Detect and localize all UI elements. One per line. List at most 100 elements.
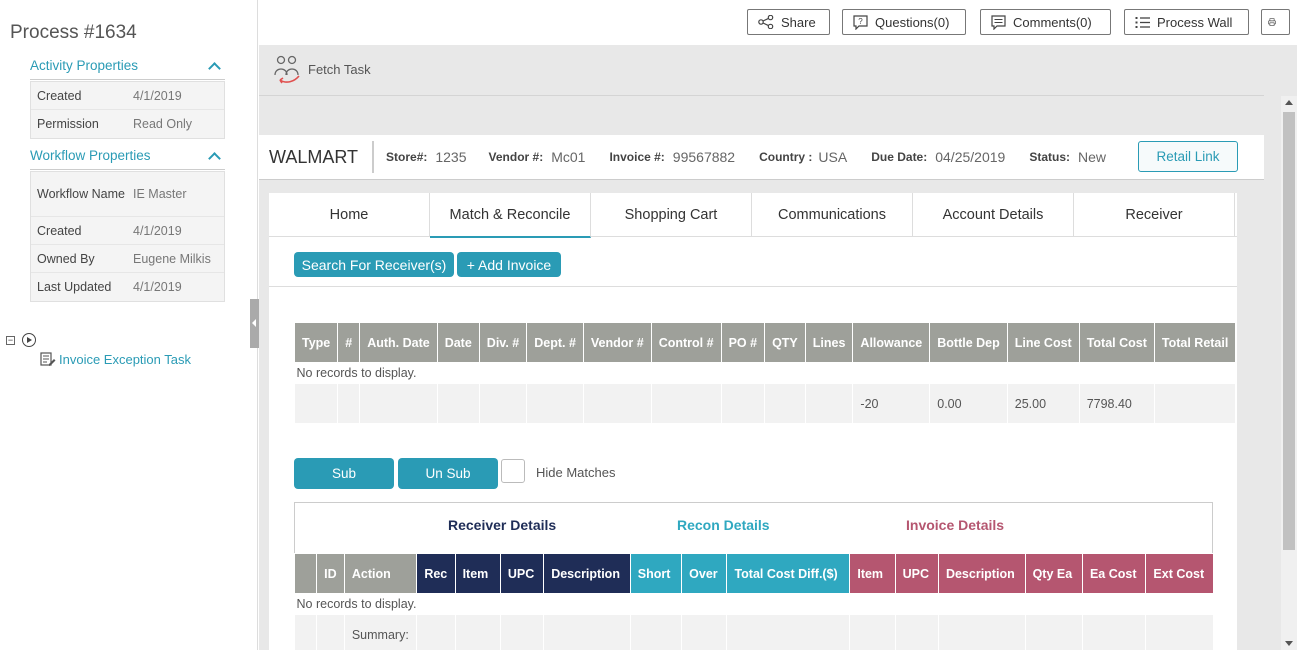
tab-communications[interactable]: Communications xyxy=(752,193,913,237)
tab-bar: Home Match & Reconcile Shopping Cart Com… xyxy=(269,193,1237,238)
total-cell xyxy=(582,383,652,424)
property-value: IE Master xyxy=(133,187,187,201)
process-wall-button[interactable]: Process Wall xyxy=(1124,9,1249,35)
column-header[interactable]: Total Cost Diff.($) xyxy=(726,553,851,594)
column-header[interactable]: Control # xyxy=(650,322,722,363)
column-header[interactable]: Total Cost xyxy=(1078,322,1155,363)
column-header[interactable]: Lines xyxy=(804,322,854,363)
column-header[interactable]: UPC xyxy=(499,553,545,594)
column-header[interactable]: Ext Cost xyxy=(1145,553,1214,594)
invoice-grid-header: Type # Auth. Date Date Div. # Dept. # Vendor #… xyxy=(293,322,1237,363)
column-header[interactable]: # xyxy=(337,322,361,363)
column-header[interactable]: Item xyxy=(454,553,501,594)
search-receivers-button[interactable]: Search For Receiver(s) xyxy=(294,252,454,277)
column-header[interactable]: Bottle Dep xyxy=(929,322,1008,363)
country-value: USA xyxy=(818,149,848,165)
sub-button[interactable]: Sub xyxy=(294,458,394,489)
column-header[interactable]: Short xyxy=(629,553,683,594)
chevron-up-icon[interactable] xyxy=(208,62,221,75)
column-header[interactable]: Rec xyxy=(416,553,456,594)
property-label: Created xyxy=(37,223,82,238)
summary-cell xyxy=(1024,614,1083,650)
comments-button[interactable]: Comments(0) xyxy=(980,9,1111,35)
property-value: 4/1/2019 xyxy=(133,88,182,103)
total-cell xyxy=(478,383,528,424)
hide-matches-checkbox[interactable] xyxy=(501,459,525,483)
process-wall-label: Process Wall xyxy=(1157,14,1233,30)
total-cell xyxy=(1153,383,1237,424)
property-value: Eugene Milkis xyxy=(133,251,211,266)
invoice-grid: Type # Auth. Date Date Div. # Dept. # Vendor #… xyxy=(293,322,1237,424)
fetch-task-button[interactable]: Fetch Task xyxy=(272,53,371,85)
total-cell xyxy=(764,383,806,424)
property-value: 4/1/2019 xyxy=(133,280,182,294)
column-header[interactable]: Description xyxy=(937,553,1026,594)
match-reconcile-panel: Home Match & Reconcile Shopping Cart Com… xyxy=(269,193,1237,650)
print-button[interactable] xyxy=(1261,9,1290,35)
activity-properties-header[interactable]: Activity Properties xyxy=(30,58,225,80)
unsub-button[interactable]: Un Sub xyxy=(398,458,498,489)
summary-cell xyxy=(937,614,1026,650)
summary-cell xyxy=(681,614,728,650)
chevron-up-icon[interactable] xyxy=(208,152,221,165)
hide-matches-label: Hide Matches xyxy=(536,465,616,480)
column-header[interactable]: Auth. Date xyxy=(359,322,438,363)
column-header[interactable]: Description xyxy=(543,553,631,594)
tab-receiver[interactable]: Receiver xyxy=(1074,193,1235,237)
tree-item-invoice-exception-task[interactable]: Invoice Exception Task xyxy=(40,352,191,367)
store-value: 1235 xyxy=(435,149,467,165)
column-header[interactable]: Date xyxy=(436,322,480,363)
vendor-value: Mc01 xyxy=(551,149,586,165)
questions-button[interactable]: ? Questions(0) xyxy=(842,9,966,35)
column-header[interactable]: Line Cost xyxy=(1006,322,1080,363)
divider xyxy=(259,95,1264,96)
store-label: Store#: xyxy=(386,150,428,164)
total-cell xyxy=(650,383,722,424)
column-header[interactable]: Vendor # xyxy=(582,322,652,363)
scroll-up-icon[interactable] xyxy=(1285,100,1293,105)
status-value: New xyxy=(1077,149,1106,165)
tab-home[interactable]: Home xyxy=(269,193,430,237)
empty-message: No records to display. xyxy=(296,597,417,611)
country-label: Country : xyxy=(759,150,813,164)
summary-cell xyxy=(293,614,318,650)
column-header[interactable]: QTY xyxy=(764,322,806,363)
tab-match-reconcile[interactable]: Match & Reconcile xyxy=(430,193,591,238)
share-button[interactable]: Share xyxy=(747,9,830,35)
property-value: Read Only xyxy=(133,117,193,131)
summary-cell xyxy=(1081,614,1147,650)
column-header[interactable]: Allowance xyxy=(852,322,931,363)
total-cell xyxy=(804,383,854,424)
vertical-scrollbar[interactable] xyxy=(1281,96,1297,650)
invoice-value: 99567882 xyxy=(672,149,736,165)
scroll-down-icon[interactable] xyxy=(1285,641,1293,646)
column-header[interactable]: Total Retail xyxy=(1153,322,1237,363)
column-header[interactable]: Over xyxy=(681,553,728,594)
property-label: Permission xyxy=(37,117,99,131)
property-row: Owned By Eugene Milkis xyxy=(31,245,224,273)
column-header[interactable]: Item xyxy=(849,553,896,594)
column-header[interactable]: Type xyxy=(293,322,339,363)
tab-shopping-cart[interactable]: Shopping Cart xyxy=(591,193,752,237)
column-header[interactable]: UPC xyxy=(894,553,939,594)
tab-account-details[interactable]: Account Details xyxy=(913,193,1074,237)
column-header[interactable]: Dept. # xyxy=(526,322,584,363)
collapse-panel-handle[interactable] xyxy=(250,299,259,348)
column-header[interactable] xyxy=(293,553,318,594)
property-row: Workflow Name IE Master xyxy=(31,172,224,217)
summary-cell xyxy=(499,614,545,650)
summary-cell xyxy=(894,614,939,650)
collapse-tree-icon[interactable]: − xyxy=(6,336,15,345)
column-header[interactable]: Ea Cost xyxy=(1081,553,1147,594)
add-invoice-button[interactable]: + Add Invoice xyxy=(457,252,561,277)
column-header[interactable]: PO # xyxy=(720,322,766,363)
column-header[interactable]: Qty Ea xyxy=(1024,553,1083,594)
column-header[interactable]: ID xyxy=(316,553,345,594)
column-header[interactable]: Div. # xyxy=(478,322,528,363)
edit-document-icon xyxy=(40,352,56,366)
property-row: Permission Read Only xyxy=(31,110,224,138)
retail-link-button[interactable]: Retail Link xyxy=(1138,141,1238,172)
workflow-properties-header[interactable]: Workflow Properties xyxy=(30,148,225,170)
scroll-thumb[interactable] xyxy=(1283,112,1295,550)
column-header[interactable]: Action xyxy=(343,553,418,594)
